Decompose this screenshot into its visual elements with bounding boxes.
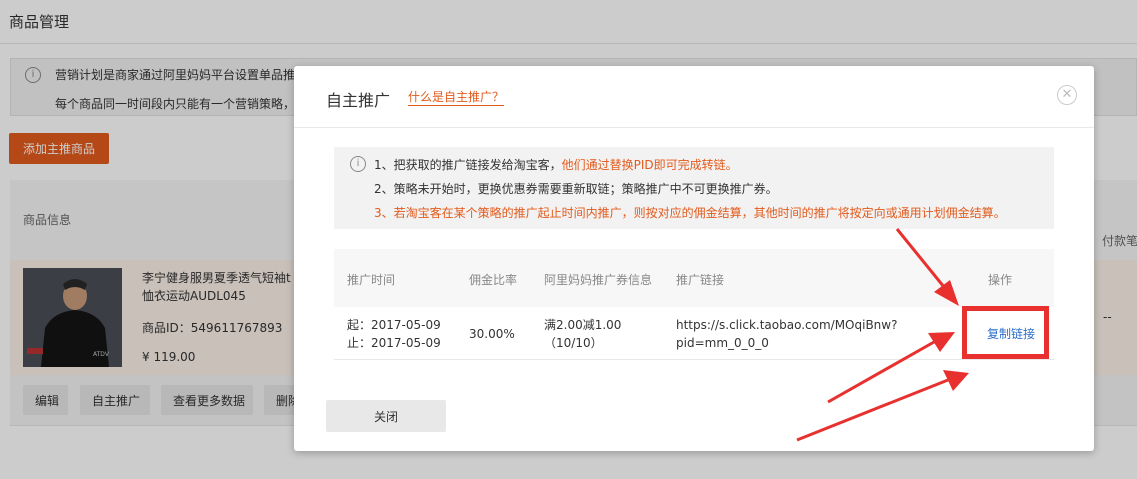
- tip-line-2: 2、策略未开始时，更换优惠券需要重新取链；策略推广中不可更换推广券。: [374, 182, 778, 196]
- promotion-end: 止：2017-05-09: [347, 336, 441, 350]
- header-commission-rate: 佣金比率: [469, 273, 518, 287]
- coupon-count: （10/10）: [544, 336, 603, 350]
- dialog-title: 自主推广: [326, 91, 391, 110]
- close-button[interactable]: 关闭: [326, 400, 446, 432]
- dialog-header-divider: [294, 127, 1094, 128]
- tip-line-3: 3、若淘宝客在某个策略的推广起止时间内推广，则按对应的佣金结算，其他时间的推广将…: [374, 206, 1006, 220]
- header-operation: 操作: [988, 273, 1013, 287]
- promotion-link-line-2[interactable]: pid=mm_0_0_0: [676, 334, 769, 352]
- close-icon[interactable]: ✕: [1057, 85, 1077, 105]
- highlight-box: [962, 306, 1049, 359]
- tip-line-1: 1、把获取的推广链接发给淘宝客，他们通过替换PID即可完成转链。: [374, 156, 738, 173]
- info-icon: i: [350, 156, 366, 172]
- header-promotion-time: 推广时间: [347, 273, 396, 287]
- table-bottom-divider: [334, 359, 1054, 360]
- promotion-start: 起：2017-05-09: [347, 318, 441, 332]
- tips-box: i 1、把获取的推广链接发给淘宝客，他们通过替换PID即可完成转链。 2、策略未…: [334, 147, 1054, 229]
- header-promotion-link: 推广链接: [676, 273, 725, 287]
- header-coupon-info: 阿里妈妈推广券信息: [544, 273, 653, 287]
- self-promotion-dialog: 自主推广 什么是自主推广？ ✕ i 1、把获取的推广链接发给淘宝客，他们通过替换…: [294, 66, 1094, 451]
- coupon-rule: 满2.00减1.00: [544, 318, 622, 332]
- help-link[interactable]: 什么是自主推广？: [408, 90, 505, 106]
- promotion-table: 推广时间 佣金比率 阿里妈妈推广券信息 推广链接 操作 起：2017-05-09…: [334, 249, 1054, 360]
- tip-1-highlight: 他们通过替换PID即可完成转链。: [561, 158, 738, 172]
- tip-1-text: 1、把获取的推广链接发给淘宝客，: [374, 158, 562, 172]
- commission-rate: 30.00%: [469, 327, 515, 341]
- promotion-link-line-1[interactable]: https://s.click.taobao.com/MOqiBnw?: [676, 316, 897, 334]
